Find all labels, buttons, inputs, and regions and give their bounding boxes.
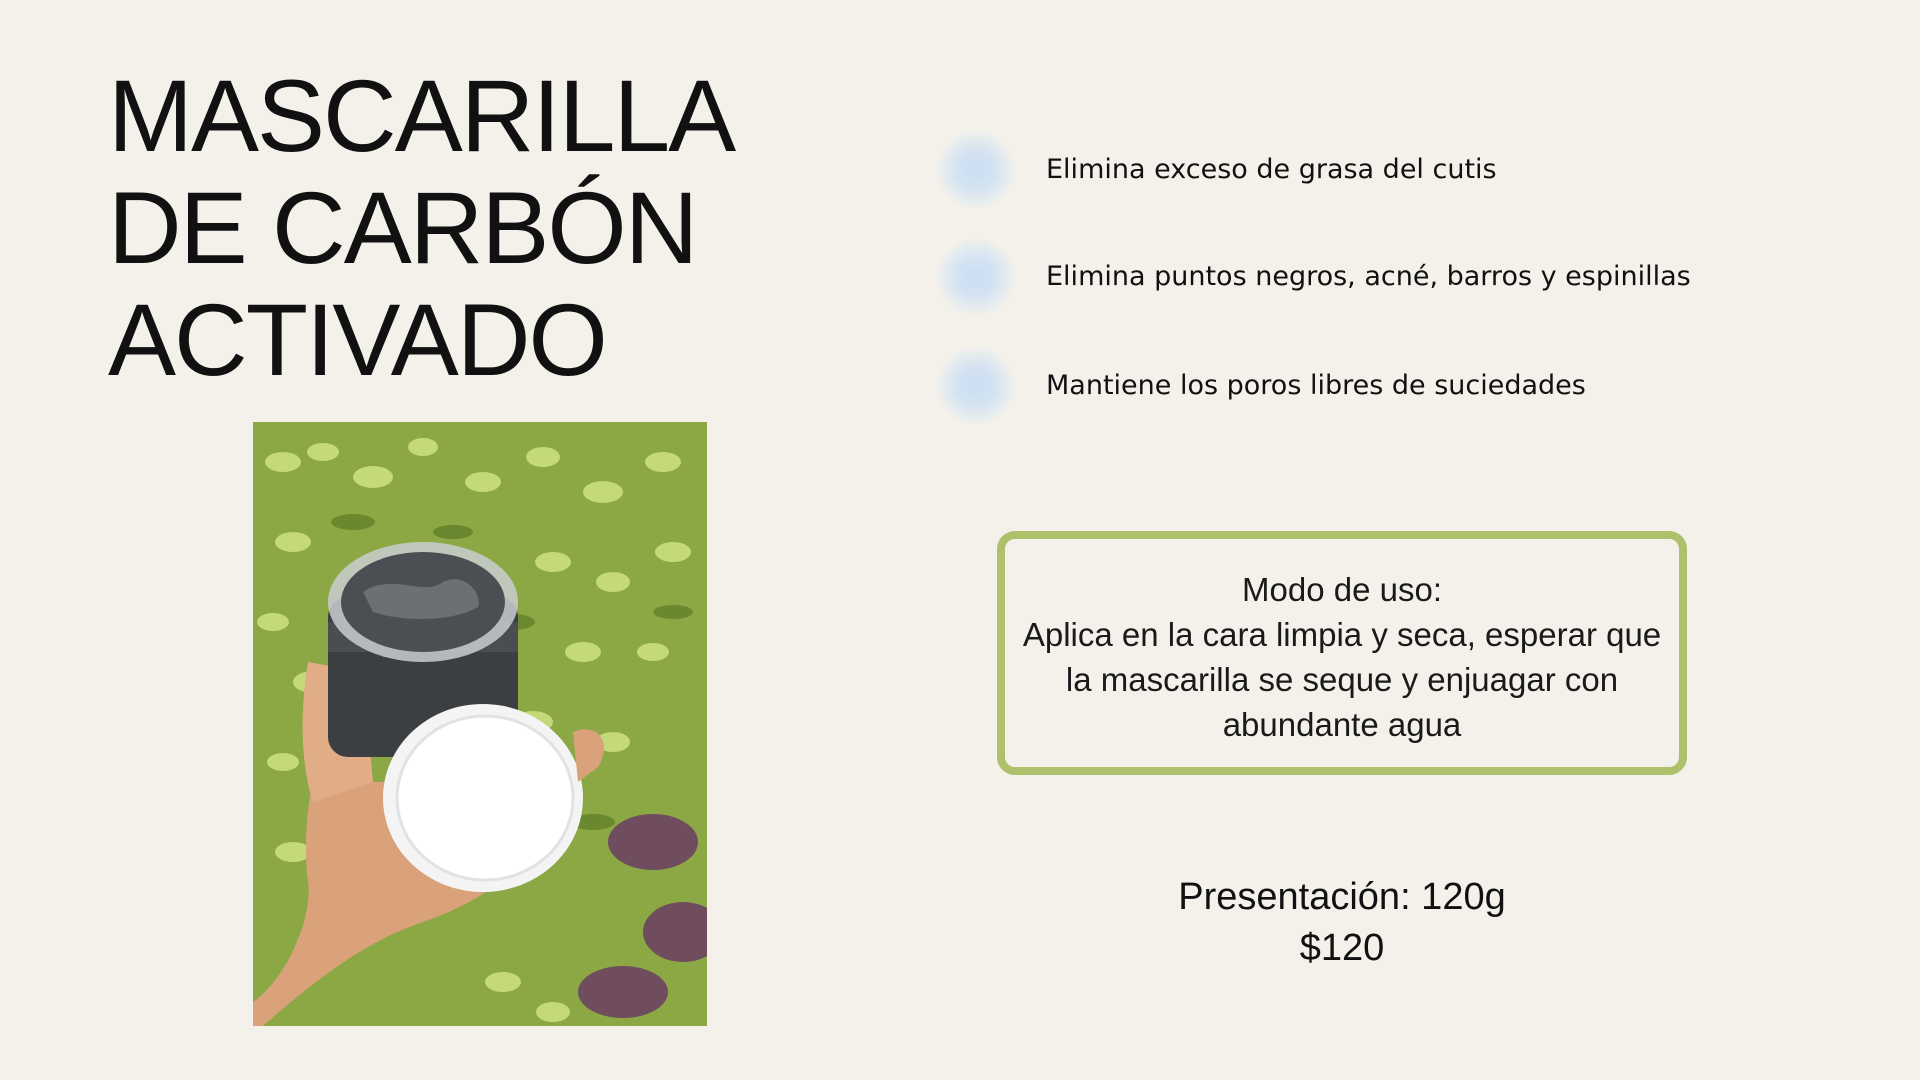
benefit-text: Mantiene los poros libres de suciedades [1046, 370, 1586, 401]
product-slide: MASCARILLA DE CARBÓN ACTIVADO Elimina ex… [0, 0, 1920, 1080]
title-line-3: ACTIVADO [108, 283, 608, 397]
product-photo [253, 422, 707, 1026]
usage-line-1: Aplica en la cara limpia y seca, esperar… [1022, 616, 1662, 653]
blue-dot-icon [938, 239, 1014, 315]
presentation-size: Presentación: 120g [1178, 876, 1506, 918]
usage-line-2: la mascarilla se seque y enjuagar con [1065, 661, 1619, 698]
blue-dot-icon [938, 348, 1014, 424]
benefit-text: Elimina puntos negros, acné, barros y es… [1046, 261, 1691, 292]
presentation-block: Presentación: 120g $120 [997, 872, 1687, 974]
blue-dot-icon [938, 132, 1014, 208]
usage-heading: Modo de uso: [1242, 571, 1442, 608]
benefit-text: Elimina exceso de grasa del cutis [1046, 154, 1497, 185]
benefit-item: Mantiene los poros libres de suciedades [920, 346, 1820, 426]
usage-box: Modo de uso: Aplica en la cara limpia y … [997, 531, 1687, 775]
title-line-2: DE CARBÓN [108, 171, 698, 285]
usage-line-3: abundante agua [1222, 706, 1462, 743]
price: $120 [1299, 927, 1385, 969]
title-line-1: MASCARILLA [108, 59, 736, 173]
product-title: MASCARILLA DE CARBÓN ACTIVADO [108, 60, 828, 396]
benefit-item: Elimina puntos negros, acné, barros y es… [920, 237, 1820, 317]
benefit-item: Elimina exceso de grasa del cutis [920, 130, 1820, 210]
